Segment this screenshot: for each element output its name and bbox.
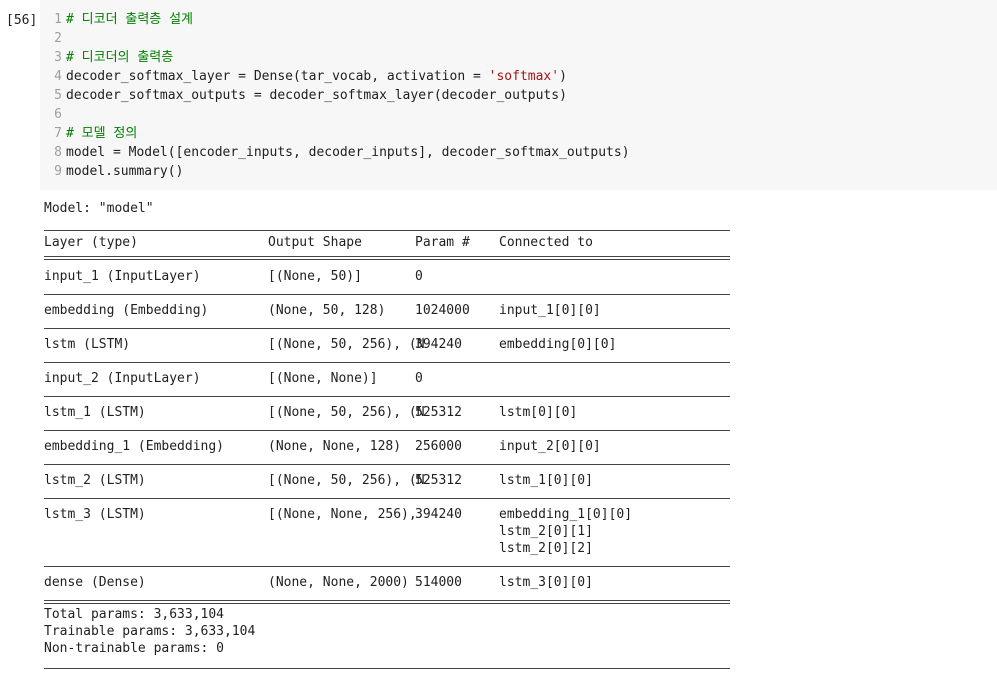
connected-to: input_1[0][0] xyxy=(499,303,601,318)
layer-name: embedding (Embedding) xyxy=(44,303,209,318)
string-literal: 'softmax' xyxy=(488,69,560,84)
code-comment: # 디코더 출력층 설계 xyxy=(66,12,193,27)
layer-name: input_1 (InputLayer) xyxy=(44,269,201,284)
code-editor[interactable]: 1 # 디코더 출력층 설계 2 3 # 디코더의 출력층 4 decoder_softma… xyxy=(40,0,997,190)
code-line[interactable]: 5 decoder_softmax_outputs = decoder_softm… xyxy=(40,86,567,105)
connected-to: input_2[0][0] xyxy=(499,439,601,454)
param-count: 1024000 xyxy=(415,303,470,318)
param-count: 256000 xyxy=(415,439,462,454)
param-count: 0 xyxy=(415,269,423,284)
code-text: ) xyxy=(559,69,567,84)
line-number: 8 xyxy=(54,145,62,160)
code-line[interactable]: 6 xyxy=(40,105,66,124)
layer-name: embedding_1 (Embedding) xyxy=(44,439,225,454)
code-comment: # 모델 정의 xyxy=(66,126,138,141)
line-number: 4 xyxy=(54,69,62,84)
layer-name: lstm_1 (LSTM) xyxy=(44,405,146,420)
header-connected-to: Connected to xyxy=(499,235,593,250)
line-number: 9 xyxy=(54,164,62,179)
divider xyxy=(44,230,730,231)
output-shape: (None, None, 2000) xyxy=(268,575,409,590)
notebook-cell: [56] 1 # 디코더 출력층 설계 2 3 # 디코더의 출력층 4 decoder_s… xyxy=(0,0,997,682)
divider xyxy=(44,328,730,329)
line-number: 7 xyxy=(54,126,62,141)
output-shape: [(None, None)] xyxy=(268,371,378,386)
output-shape: [(None, None, 256), xyxy=(268,507,417,522)
layer-name: input_2 (InputLayer) xyxy=(44,371,201,386)
param-count: 394240 xyxy=(415,507,462,522)
divider xyxy=(44,668,730,669)
layer-name: dense (Dense) xyxy=(44,575,146,590)
output-shape: [(None, 50)] xyxy=(268,269,362,284)
layer-name: lstm_2 (LSTM) xyxy=(44,473,146,488)
param-count: 514000 xyxy=(415,575,462,590)
code-line[interactable]: 8 model = Model([encoder_inputs, decoder_… xyxy=(40,143,630,162)
divider xyxy=(44,498,730,499)
code-line[interactable]: 7 # 모델 정의 xyxy=(40,124,137,143)
code-text: model.summary() xyxy=(66,164,184,179)
code-line[interactable]: 9 model.summary() xyxy=(40,162,183,181)
param-count: 525312 xyxy=(415,405,462,420)
connected-to: lstm_2[0][2] xyxy=(499,541,593,556)
code-text: model = Model([encoder_inputs, decoder_i… xyxy=(66,145,630,160)
output-shape: [(None, 50, 256), (N xyxy=(268,405,425,420)
code-comment: # 디코더의 출력층 xyxy=(66,50,174,65)
line-number: 6 xyxy=(54,107,62,122)
divider xyxy=(44,396,730,397)
line-number: 5 xyxy=(54,88,62,103)
layer-name: lstm_3 (LSTM) xyxy=(44,507,146,522)
code-text: decoder_softmax_layer = Dense(tar_vocab,… xyxy=(66,69,489,84)
param-count: 525312 xyxy=(415,473,462,488)
connected-to: embedding_1[0][0] xyxy=(499,507,633,522)
execution-count: [56] xyxy=(6,13,38,28)
layer-name: lstm (LSTM) xyxy=(44,337,131,352)
code-line[interactable]: 2 xyxy=(40,29,66,48)
output-shape: (None, None, 128) xyxy=(268,439,402,454)
header-output-shape: Output Shape xyxy=(268,235,362,250)
double-divider xyxy=(44,256,730,260)
double-divider xyxy=(44,600,730,604)
line-number: 2 xyxy=(54,31,62,46)
divider xyxy=(44,362,730,363)
output-shape: [(None, 50, 256), (N xyxy=(268,473,425,488)
code-line[interactable]: 1 # 디코더 출력층 설계 xyxy=(40,10,193,29)
header-param-count: Param # xyxy=(415,235,470,250)
non-trainable-params: Non-trainable params: 0 xyxy=(44,641,225,656)
param-count: 394240 xyxy=(415,337,462,352)
param-count: 0 xyxy=(415,371,423,386)
line-number: 1 xyxy=(54,12,62,27)
trainable-params: Trainable params: 3,633,104 xyxy=(44,624,256,639)
connected-to: lstm_1[0][0] xyxy=(499,473,593,488)
code-line[interactable]: 4 decoder_softmax_layer = Dense(tar_vocab… xyxy=(40,67,567,86)
connected-to: lstm_2[0][1] xyxy=(499,524,593,539)
line-number: 3 xyxy=(54,50,62,65)
connected-to: lstm[0][0] xyxy=(499,405,578,420)
divider xyxy=(44,430,730,431)
header-layer: Layer (type) xyxy=(44,235,138,250)
output-shape: (None, 50, 128) xyxy=(268,303,386,318)
divider xyxy=(44,464,730,465)
code-text: decoder_softmax_outputs = decoder_softma… xyxy=(66,88,567,103)
divider xyxy=(44,294,730,295)
connected-to: embedding[0][0] xyxy=(499,337,617,352)
code-line[interactable]: 3 # 디코더의 출력층 xyxy=(40,48,173,67)
model-title: Model: "model" xyxy=(44,201,154,216)
total-params: Total params: 3,633,104 xyxy=(44,607,225,622)
connected-to: lstm_3[0][0] xyxy=(499,575,593,590)
divider xyxy=(44,566,730,567)
output-shape: [(None, 50, 256), (N xyxy=(268,337,425,352)
